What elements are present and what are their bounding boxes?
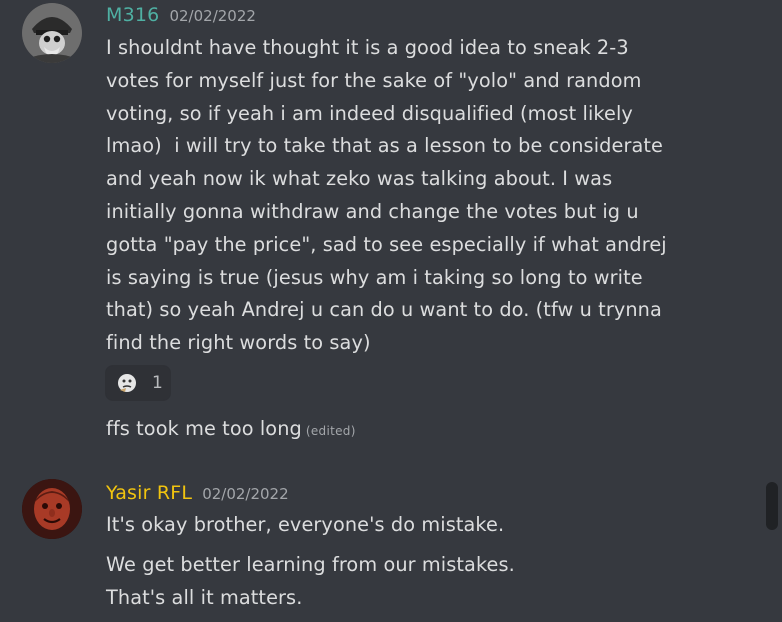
avatar[interactable] bbox=[22, 3, 82, 63]
scrollbar-track[interactable] bbox=[766, 0, 778, 622]
message-text: It's okay brother, everyone's do mistake… bbox=[106, 513, 505, 536]
red-face-avatar-icon bbox=[22, 479, 82, 539]
scrollbar-thumb[interactable] bbox=[766, 482, 778, 530]
reaction-button[interactable]: 1 bbox=[105, 365, 171, 401]
message-header: Yasir RFL 02/02/2022 bbox=[106, 482, 289, 504]
avatar[interactable] bbox=[22, 479, 82, 539]
message-text-followup: We get better learning from our mistakes… bbox=[106, 553, 515, 609]
thinking-face-emoji-icon bbox=[116, 372, 138, 394]
username[interactable]: Yasir RFL bbox=[106, 482, 192, 504]
helmet-soldier-avatar-icon bbox=[22, 3, 82, 63]
message-timestamp[interactable]: 02/02/2022 bbox=[202, 485, 288, 503]
followup-text: ffs took me too long bbox=[106, 417, 302, 440]
chat-message-list: M316 02/02/2022 I shouldnt have thought i… bbox=[0, 0, 782, 622]
edited-label: (edited) bbox=[305, 424, 356, 438]
message-text-followup: ffs took me too long (edited) bbox=[106, 413, 696, 448]
message-header: M316 02/02/2022 bbox=[106, 4, 256, 26]
message-timestamp[interactable]: 02/02/2022 bbox=[169, 7, 255, 25]
message-text: I shouldnt have thought it is a good ide… bbox=[106, 36, 667, 355]
username[interactable]: M316 bbox=[106, 4, 159, 26]
reaction-count: 1 bbox=[152, 373, 163, 393]
